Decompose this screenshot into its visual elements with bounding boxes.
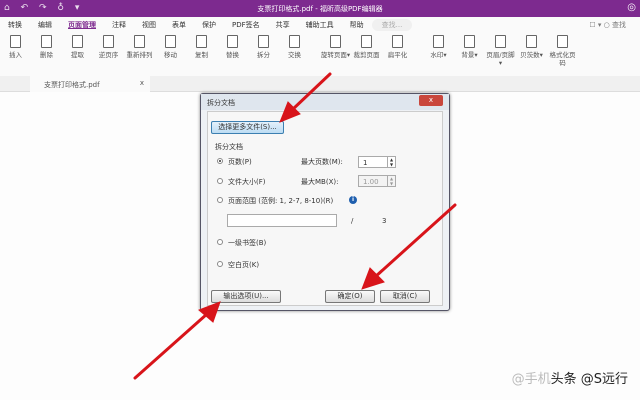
arrow-output-options [133, 312, 209, 380]
arrow-ok [373, 203, 457, 279]
annotation-arrows [133, 72, 457, 380]
arrow-select-files [290, 72, 332, 112]
watermark-faint: @手机 [511, 372, 551, 387]
watermark: @手机头条 @S远行 [512, 368, 628, 387]
watermark-text: 头条 @S远行 [550, 372, 628, 387]
